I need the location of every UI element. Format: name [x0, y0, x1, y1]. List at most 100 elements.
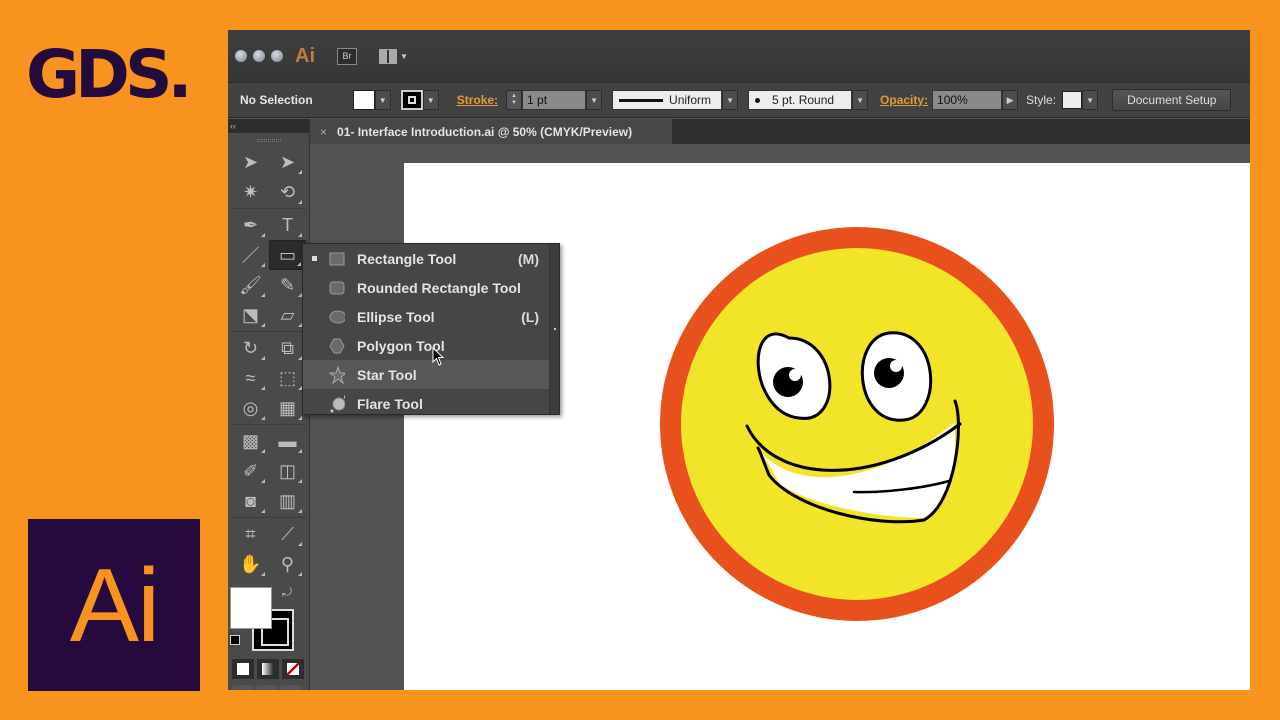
pencil-icon: ✎	[279, 274, 296, 295]
gradient-tool[interactable]: ▬	[269, 426, 306, 456]
subtools-indicator-icon	[261, 263, 265, 267]
line-segment-tool[interactable]: ／	[232, 240, 269, 270]
stroke-dropdown[interactable]: ▼	[422, 90, 439, 110]
panel-grip[interactable]	[228, 133, 309, 147]
perspective-grid-icon: ▦	[278, 397, 296, 418]
flyout-item-ellipse[interactable]: Ellipse Tool (L)	[303, 302, 559, 331]
mesh-tool[interactable]: ▩	[232, 426, 269, 456]
type-tool[interactable]: T	[269, 210, 306, 240]
graphic-style-swatch[interactable]	[1062, 91, 1083, 109]
shortcut-key: (M)	[518, 250, 539, 267]
subtools-indicator-icon	[261, 509, 265, 513]
subtools-indicator-icon	[261, 416, 265, 420]
fill-color-box[interactable]	[230, 587, 272, 629]
none-mode-button[interactable]	[282, 659, 304, 679]
bridge-button[interactable]: Br	[337, 47, 357, 65]
fill-dropdown[interactable]: ▼	[374, 90, 391, 110]
hand-icon: ✋	[239, 553, 262, 574]
eraser-icon: ▱	[280, 304, 295, 325]
tool-divider	[232, 424, 306, 425]
brush-label: 5 pt. Round	[772, 93, 835, 107]
direct-selection-tool[interactable]: ➤	[269, 147, 306, 177]
opacity-panel-link[interactable]: Opacity:	[880, 93, 928, 107]
hand-tool[interactable]: ✋	[232, 549, 269, 579]
subtools-indicator-icon	[298, 233, 302, 237]
flyout-item-polygon[interactable]: Polygon Tool	[303, 331, 559, 360]
blob-brush-tool[interactable]: ⬔	[232, 300, 269, 330]
stroke-weight-input[interactable]: 1 pt	[522, 90, 587, 110]
document-tab[interactable]: × 01- Interface Introduction.ai @ 50% (C…	[310, 119, 672, 144]
zoom-window-button[interactable]	[271, 50, 283, 62]
swap-fill-stroke-icon[interactable]: ⤾	[282, 585, 292, 600]
rectangle-tool[interactable]: ▭	[269, 240, 306, 270]
stroke-weight-dropdown[interactable]: ▼	[586, 90, 603, 110]
eraser-tool[interactable]: ▱	[269, 300, 306, 330]
blend-tool[interactable]: ◫	[269, 456, 306, 486]
eyedropper-tool[interactable]: ✐	[232, 456, 269, 486]
brush-dropdown[interactable]: ▼	[852, 90, 869, 110]
document-setup-button[interactable]: Document Setup	[1112, 89, 1232, 111]
magic-wand-tool[interactable]: ✷	[232, 177, 269, 207]
rectangle-icon: ▭	[278, 244, 296, 265]
opacity-input[interactable]: 100%	[932, 90, 1003, 110]
draw-inside-button[interactable]	[280, 685, 302, 690]
subtools-indicator-icon	[298, 200, 302, 204]
subtools-indicator-icon	[298, 170, 302, 174]
close-window-button[interactable]	[235, 50, 247, 62]
flyout-item-label: Ellipse Tool	[357, 308, 435, 325]
workspace-layout-button[interactable]: ▼	[379, 48, 408, 64]
pencil-tool[interactable]: ✎	[269, 270, 306, 300]
rotate-tool[interactable]: ↻	[232, 333, 269, 363]
color-mode-button[interactable]	[232, 659, 254, 679]
gradient-mode-button[interactable]	[257, 659, 279, 679]
flyout-item-flare[interactable]: Flare Tool	[303, 389, 559, 418]
tearoff-handle[interactable]	[549, 244, 559, 414]
graphic-style-dropdown[interactable]: ▼	[1082, 90, 1099, 110]
zoom-tool[interactable]: ⚲	[269, 549, 306, 579]
none-icon	[287, 663, 299, 675]
pen-tool[interactable]: ✒	[232, 210, 269, 240]
current-tool-indicator-icon	[312, 256, 317, 261]
minimize-window-button[interactable]	[253, 50, 265, 62]
flyout-item-rounded-rectangle[interactable]: Rounded Rectangle Tool	[303, 273, 559, 302]
variable-width-profile[interactable]: Uniform	[612, 90, 723, 110]
shape-builder-tool[interactable]: ◎	[232, 393, 269, 423]
document-tab-strip: × 01- Interface Introduction.ai @ 50% (C…	[310, 119, 1250, 144]
flyout-item-star[interactable]: Star Tool	[303, 360, 549, 389]
paintbrush-icon: 🖌	[239, 274, 262, 295]
profile-dropdown[interactable]: ▼	[722, 90, 739, 110]
polygon-icon	[329, 338, 345, 354]
slice-tool[interactable]: ⟋	[269, 519, 306, 549]
brush-definition[interactable]: 5 pt. Round	[748, 90, 853, 110]
close-tab-icon[interactable]: ×	[320, 125, 327, 139]
draw-behind-button[interactable]	[256, 685, 278, 690]
subtools-indicator-icon	[298, 509, 302, 513]
scale-tool[interactable]: ⧉	[269, 333, 306, 363]
opacity-slider-button[interactable]: ▶	[1002, 90, 1019, 110]
lasso-tool[interactable]: ⟲	[269, 177, 306, 207]
shape-builder-icon: ◎	[242, 397, 259, 418]
collapse-panel-button[interactable]: ‹‹	[228, 119, 309, 133]
flyout-item-rectangle[interactable]: Rectangle Tool (M)	[303, 244, 559, 273]
flyout-item-label: Rectangle Tool	[357, 250, 457, 267]
rounded-rectangle-icon	[329, 280, 345, 296]
column-graph-tool[interactable]: ▥	[269, 486, 306, 516]
subtools-indicator-icon	[298, 449, 302, 453]
fill-swatch[interactable]	[352, 90, 375, 110]
perspective-grid-tool[interactable]: ▦	[269, 393, 306, 423]
paintbrush-tool[interactable]: 🖌	[232, 270, 269, 300]
free-transform-tool[interactable]: ⬚	[269, 363, 306, 393]
width-tool[interactable]: ≈	[232, 363, 269, 393]
star-icon	[329, 365, 345, 384]
stroke-swatch[interactable]	[400, 90, 423, 110]
default-fill-stroke-icon[interactable]	[230, 635, 240, 645]
symbol-sprayer-tool[interactable]: ◙	[232, 486, 269, 516]
selection-icon: ➤	[242, 151, 259, 172]
stroke-line-preview	[619, 98, 664, 102]
stroke-weight-stepper[interactable]: ▲ ▼	[506, 90, 523, 110]
slice-icon: ⟋	[281, 523, 294, 544]
draw-normal-button[interactable]	[232, 685, 254, 690]
selection-tool[interactable]: ➤	[232, 147, 269, 177]
artboard-tool[interactable]: ⌗	[232, 519, 269, 549]
stroke-panel-link[interactable]: Stroke:	[457, 93, 498, 107]
